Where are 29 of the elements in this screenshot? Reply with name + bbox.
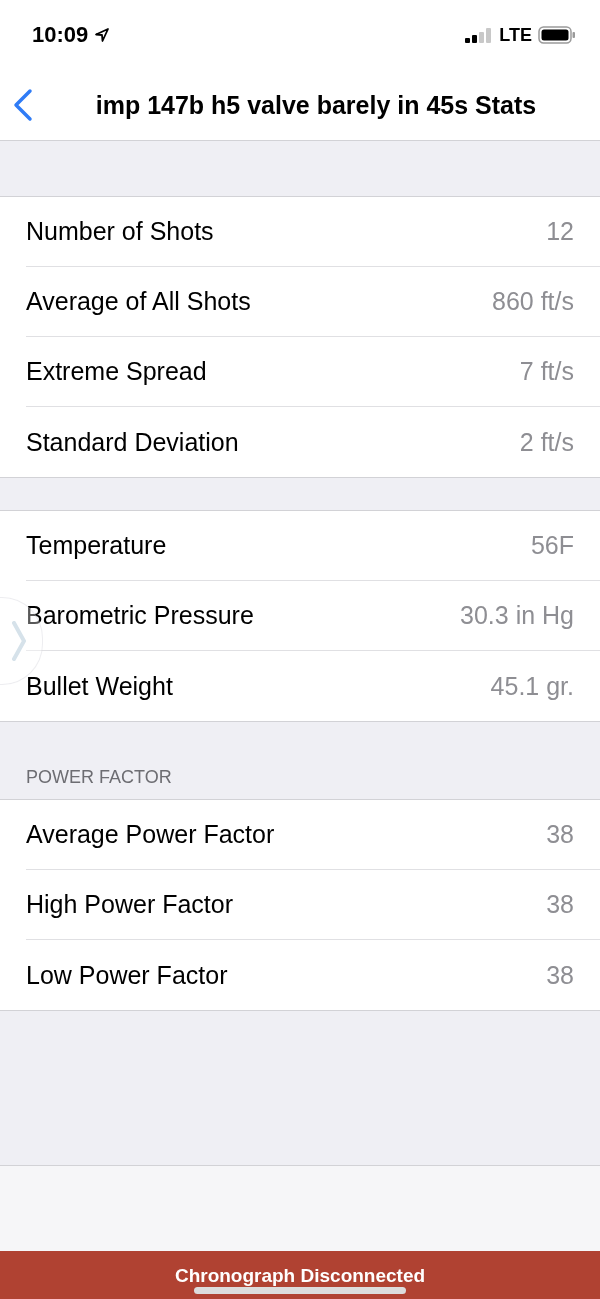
- row-label: Number of Shots: [26, 217, 214, 246]
- screen-title: imp 147b h5 valve barely in 45s Stats: [94, 90, 538, 120]
- row-label: Average of All Shots: [26, 287, 251, 316]
- row-label: High Power Factor: [26, 890, 234, 919]
- row-label: Average Power Factor: [26, 820, 275, 849]
- row-label: Temperature: [26, 531, 167, 560]
- row-label: Low Power Factor: [26, 960, 228, 990]
- row-value: 38: [546, 960, 574, 990]
- row-label: Bullet Weight: [26, 671, 173, 701]
- row-value: 38: [546, 820, 574, 849]
- location-arrow-icon: [94, 27, 111, 43]
- signal-icon: [465, 27, 494, 43]
- banner-text: Chronograph Disconnected: [174, 1265, 426, 1287]
- row-label: Barometric Pressure: [26, 601, 254, 630]
- row-value: 2 ft/s: [519, 427, 574, 457]
- row-value: 56F: [530, 531, 574, 560]
- chevron-icon: [12, 621, 26, 661]
- row-value: 860 ft/s: [492, 287, 574, 316]
- row-value: 12: [546, 217, 574, 246]
- row-value: 30.3 in Hg: [460, 601, 574, 630]
- row-label: Standard Deviation: [26, 427, 239, 457]
- network-label: LTE: [499, 24, 532, 46]
- status-time: 10:09: [32, 22, 89, 48]
- row-value: 45.1 gr.: [490, 671, 574, 701]
- row-value: 38: [546, 890, 574, 919]
- row-label: Extreme Spread: [26, 357, 207, 386]
- battery-icon: [538, 26, 576, 44]
- row-value: 7 ft/s: [519, 357, 574, 386]
- section-header: POWER FACTOR: [26, 767, 172, 788]
